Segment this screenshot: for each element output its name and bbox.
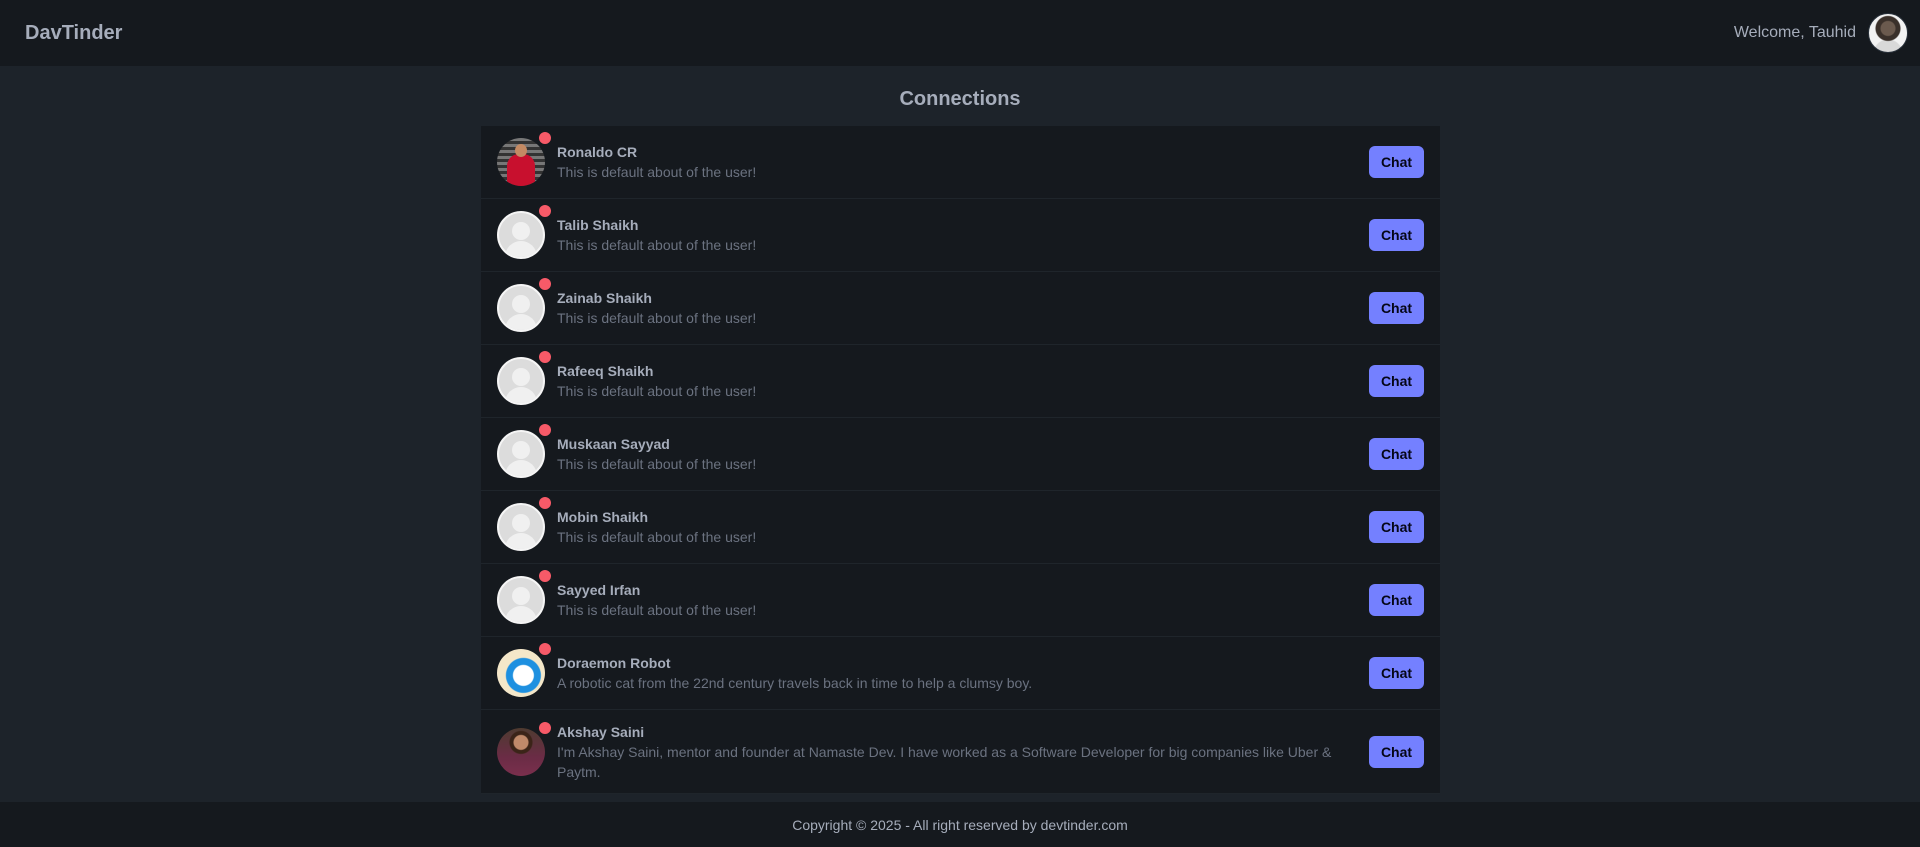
list-item: Akshay Saini I'm Akshay Saini, mentor an…: [481, 710, 1440, 794]
avatar: [497, 205, 551, 259]
list-item: Zainab Shaikh This is default about of t…: [481, 272, 1440, 345]
connection-name: Rafeeq Shaikh: [557, 363, 654, 379]
connection-name: Muskaan Sayyad: [557, 436, 670, 452]
connection-about: This is default about of the user!: [557, 310, 757, 326]
connection-info: Mobin Shaikh This is default about of th…: [557, 507, 1369, 547]
connection-about: This is default about of the user!: [557, 164, 757, 180]
profile-photo-icon: [497, 727, 545, 776]
status-dot-icon: [539, 205, 551, 217]
avatar: [497, 424, 551, 478]
list-item: Ronaldo CR This is default about of the …: [481, 126, 1440, 199]
connection-info: Doraemon Robot A robotic cat from the 22…: [557, 653, 1369, 693]
status-dot-icon: [539, 570, 551, 582]
chat-button[interactable]: Chat: [1369, 292, 1424, 324]
status-dot-icon: [539, 278, 551, 290]
connection-info: Zainab Shaikh This is default about of t…: [557, 288, 1369, 328]
avatar: [497, 570, 551, 624]
status-dot-icon: [539, 132, 551, 144]
list-item: Mobin Shaikh This is default about of th…: [481, 491, 1440, 564]
status-dot-icon: [539, 424, 551, 436]
chat-button[interactable]: Chat: [1369, 657, 1424, 689]
status-dot-icon: [539, 497, 551, 509]
default-user-icon: [497, 503, 545, 551]
status-dot-icon: [539, 721, 551, 734]
connection-about: This is default about of the user!: [557, 529, 757, 545]
connections-list: Ronaldo CR This is default about of the …: [481, 126, 1440, 794]
connection-about: I'm Akshay Saini, mentor and founder at …: [557, 743, 1332, 780]
connection-info: Talib Shaikh This is default about of th…: [557, 215, 1369, 255]
status-dot-icon: [539, 351, 551, 363]
connection-about: This is default about of the user!: [557, 383, 757, 399]
brand-logo[interactable]: DavTinder: [25, 22, 122, 45]
default-user-icon: [497, 430, 545, 478]
list-item: Rafeeq Shaikh This is default about of t…: [481, 345, 1440, 418]
connection-info: Ronaldo CR This is default about of the …: [557, 142, 1369, 182]
chat-button[interactable]: Chat: [1369, 438, 1424, 470]
connection-info: Akshay Saini I'm Akshay Saini, mentor an…: [557, 722, 1369, 782]
avatar: [497, 351, 551, 405]
avatar: [497, 643, 551, 697]
user-avatar-icon[interactable]: [1868, 13, 1908, 53]
connection-name: Talib Shaikh: [557, 217, 639, 233]
connection-about: This is default about of the user!: [557, 456, 757, 472]
connection-about: A robotic cat from the 22nd century trav…: [557, 675, 1033, 691]
navbar: DavTinder Welcome, Tauhid: [0, 0, 1920, 66]
connection-name: Zainab Shaikh: [557, 290, 652, 306]
avatar: [497, 721, 551, 776]
chat-button[interactable]: Chat: [1369, 511, 1424, 543]
default-user-icon: [497, 211, 545, 259]
page-title: Connections: [899, 88, 1021, 110]
connection-name: Ronaldo CR: [557, 144, 638, 160]
welcome-text: Welcome, Tauhid: [1733, 24, 1856, 41]
default-user-icon: [497, 357, 545, 405]
list-item: Talib Shaikh This is default about of th…: [481, 199, 1440, 272]
avatar: [497, 132, 551, 186]
connection-name: Mobin Shaikh: [557, 509, 648, 525]
connection-name: Sayyed Irfan: [557, 582, 641, 598]
chat-button[interactable]: Chat: [1369, 146, 1424, 178]
chat-button[interactable]: Chat: [1369, 219, 1424, 251]
default-user-icon: [497, 284, 545, 332]
connection-info: Muskaan Sayyad This is default about of …: [557, 434, 1369, 474]
list-item: Doraemon Robot A robotic cat from the 22…: [481, 637, 1440, 710]
chat-button[interactable]: Chat: [1369, 365, 1424, 397]
status-dot-icon: [539, 643, 551, 655]
list-item: Muskaan Sayyad This is default about of …: [481, 418, 1440, 491]
connection-name: Akshay Saini: [557, 723, 645, 740]
default-user-icon: [497, 576, 545, 624]
footer: Copyright © 2025 - All right reserved by…: [0, 802, 1920, 847]
copyright-text: Copyright © 2025 - All right reserved by…: [792, 816, 1128, 833]
user-menu: Welcome, Tauhid: [1734, 13, 1908, 53]
connection-info: Rafeeq Shaikh This is default about of t…: [557, 361, 1369, 401]
connection-name: Doraemon Robot: [557, 655, 671, 671]
avatar: [497, 497, 551, 551]
connection-about: This is default about of the user!: [557, 602, 757, 618]
profile-photo-icon: [497, 138, 545, 186]
list-item: Sayyed Irfan This is default about of th…: [481, 564, 1440, 637]
avatar: [497, 278, 551, 332]
profile-photo-icon: [497, 649, 545, 697]
chat-button[interactable]: Chat: [1369, 735, 1424, 768]
chat-button[interactable]: Chat: [1369, 584, 1424, 616]
connection-info: Sayyed Irfan This is default about of th…: [557, 580, 1369, 620]
connection-about: This is default about of the user!: [557, 237, 757, 253]
